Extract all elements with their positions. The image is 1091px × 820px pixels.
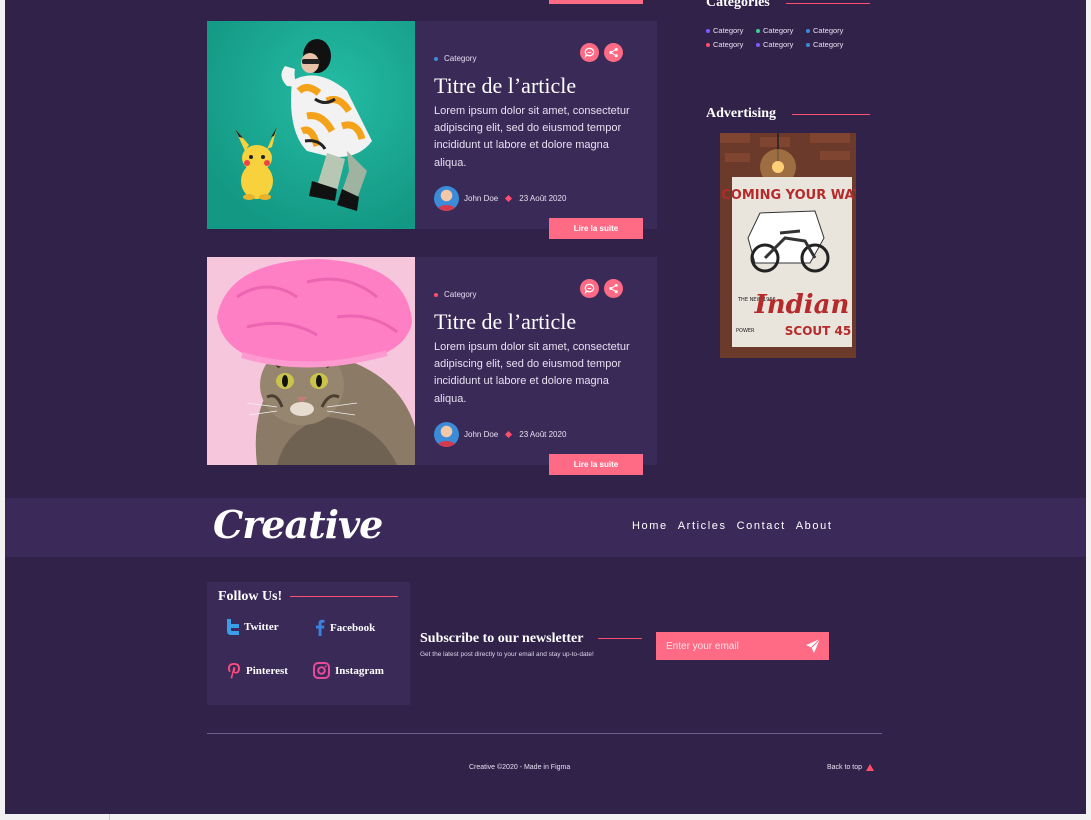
- author-avatar: [434, 422, 459, 447]
- category-label: Category: [713, 40, 744, 49]
- article-image-fashion[interactable]: [207, 21, 415, 229]
- page: Category Titre de l’article Lorem ipsum …: [5, 0, 1086, 814]
- bottom-tab: [0, 814, 110, 820]
- categories-divider: [786, 3, 870, 4]
- article-category[interactable]: Category: [434, 54, 476, 63]
- nav-link-articles[interactable]: Articles: [678, 520, 727, 532]
- newsletter-title: Subscribe to our newsletter: [420, 631, 584, 646]
- facebook-icon: [316, 619, 325, 636]
- article-date: 23 Août 2020: [519, 430, 567, 439]
- category-dot: [756, 42, 760, 47]
- nav-link-home[interactable]: Home: [632, 520, 668, 532]
- social-label: Pinterest: [246, 665, 288, 677]
- author-avatar: [434, 186, 459, 211]
- article-meta: John Doe 23 Août 2020: [434, 186, 566, 211]
- social-link-twitter[interactable]: Twitter: [227, 619, 279, 635]
- author-name: John Doe: [464, 194, 499, 203]
- read-more-button[interactable]: Lire la suite: [549, 454, 643, 475]
- footer-divider: [207, 733, 882, 734]
- article-date: 23 Août 2020: [519, 194, 567, 203]
- share-icon[interactable]: [604, 279, 623, 298]
- advertising-divider: [792, 114, 870, 115]
- category-link[interactable]: Category: [806, 26, 856, 35]
- back-to-top-link[interactable]: Back to top: [827, 764, 875, 771]
- copyright-text: Creative ©2020 - Made in Figma: [469, 764, 571, 771]
- footer-nav: Home Articles Contact About: [632, 520, 832, 532]
- social-link-pinterest[interactable]: Pinterest: [227, 662, 288, 680]
- category-dot: [806, 42, 810, 47]
- diamond-separator-icon: [505, 430, 513, 439]
- nav-link-about[interactable]: About: [796, 520, 833, 532]
- social-label: Twitter: [244, 621, 279, 633]
- article-excerpt: Lorem ipsum dolor sit amet, consectetur …: [434, 341, 630, 405]
- footer-navbar: Creative Home Articles Contact About: [5, 498, 1086, 557]
- category-link[interactable]: Category: [806, 40, 856, 49]
- site-logo[interactable]: Creative: [213, 502, 383, 547]
- categories-title: Categories: [706, 0, 770, 10]
- social-label: Facebook: [330, 621, 376, 634]
- category-dot: [706, 28, 710, 33]
- advertising-title: Advertising: [706, 106, 776, 121]
- arrow-up-icon: [866, 764, 875, 771]
- twitter-icon: [227, 619, 239, 635]
- pinterest-icon: [228, 663, 240, 679]
- category-link[interactable]: Category: [706, 26, 756, 35]
- diamond-separator-icon: [505, 194, 513, 203]
- nav-link-contact[interactable]: Contact: [737, 520, 786, 532]
- category-label: Category: [763, 40, 794, 49]
- category-link[interactable]: Category: [756, 40, 806, 49]
- category-label: Category: [813, 40, 844, 49]
- category-list: Category Category Category Category Cate…: [706, 26, 856, 49]
- article-category[interactable]: Category: [434, 290, 476, 299]
- article-category-label: Category: [444, 290, 477, 299]
- author-name: John Doe: [464, 430, 499, 439]
- category-dot: [706, 42, 710, 47]
- article-title[interactable]: Titre de l’article: [434, 309, 576, 335]
- category-label: Category: [713, 26, 744, 35]
- newsletter-divider: [598, 638, 642, 639]
- advertising-banner[interactable]: COMING YOUR WAY THE NEW 1966 Indian POWE…: [720, 133, 856, 358]
- back-to-top-label: Back to top: [827, 764, 863, 771]
- article-excerpt: Lorem ipsum dolor sit amet, consectetur …: [434, 105, 630, 169]
- category-label: Category: [763, 26, 794, 35]
- article-title[interactable]: Titre de l’article: [434, 73, 576, 99]
- ad-model: SCOUT 45: [785, 324, 851, 338]
- article-card: Category Titre de l’article Lorem ipsum …: [207, 257, 657, 475]
- category-label: Category: [813, 26, 844, 35]
- window-bottom-bar: [0, 814, 1091, 820]
- email-field[interactable]: [656, 632, 829, 660]
- social-link-facebook[interactable]: Facebook: [315, 619, 375, 636]
- ad-tag: POWER: [736, 328, 755, 334]
- comment-icon[interactable]: [580, 43, 599, 62]
- send-icon[interactable]: [805, 638, 821, 654]
- share-icon[interactable]: [604, 43, 623, 62]
- follow-us-divider: [290, 596, 398, 597]
- article-category-label: Category: [444, 54, 477, 63]
- social-label: Instagram: [335, 664, 384, 677]
- category-dot: [434, 292, 438, 297]
- article-meta: John Doe 23 Août 2020: [434, 422, 566, 447]
- category-dot: [806, 28, 810, 33]
- ad-brand: Indian: [754, 290, 850, 320]
- social-link-instagram[interactable]: Instagram: [313, 662, 384, 679]
- category-dot: [756, 28, 760, 33]
- comment-icon[interactable]: [580, 279, 599, 298]
- category-link[interactable]: Category: [706, 40, 756, 49]
- read-more-button[interactable]: Lire la suite: [549, 218, 643, 239]
- ad-headline: COMING YOUR WAY: [721, 188, 856, 203]
- follow-us-box: Follow Us! Twitter Facebook Pinterest In…: [207, 582, 410, 705]
- category-link[interactable]: Category: [756, 26, 806, 35]
- article-image-cat[interactable]: [207, 257, 415, 465]
- follow-us-title: Follow Us!: [218, 589, 283, 604]
- newsletter-subtitle: Get the latest post directly to your ema…: [420, 651, 594, 658]
- category-dot: [434, 56, 438, 61]
- instagram-icon: [313, 662, 330, 679]
- previous-read-more-button[interactable]: [549, 0, 643, 4]
- article-card: Category Titre de l’article Lorem ipsum …: [207, 21, 657, 239]
